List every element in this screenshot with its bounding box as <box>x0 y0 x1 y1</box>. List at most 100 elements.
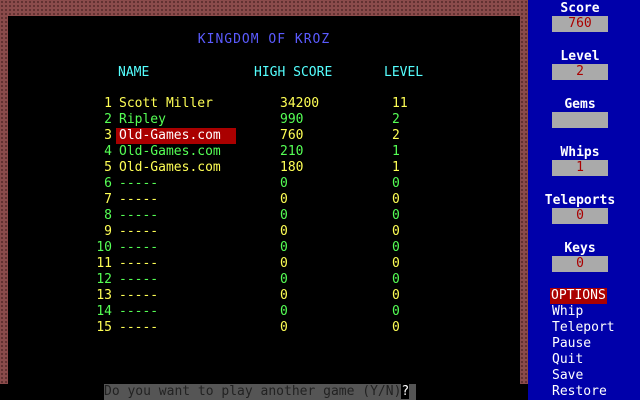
player-score: 0 <box>280 240 288 255</box>
keys-value: 0 <box>552 256 608 272</box>
player-level: 0 <box>392 240 400 255</box>
player-level: 0 <box>392 192 400 207</box>
player-level: 0 <box>392 256 400 271</box>
option-teleport[interactable]: Teleport <box>552 320 615 336</box>
player-name: ----- <box>119 192 159 207</box>
option-whip[interactable]: Whip <box>552 304 583 320</box>
score-row: 5 Old-Games.com 180 1 <box>8 160 520 176</box>
player-score: 180 <box>280 160 304 175</box>
score-row: 12 ----- 0 0 <box>8 272 520 288</box>
score-row: 3 Old-Games.com 760 2 <box>8 128 520 144</box>
score-rank: 9 <box>104 224 112 239</box>
level-label: Level <box>560 49 600 64</box>
player-level: 2 <box>392 128 400 143</box>
score-row: 2 Ripley 990 2 <box>8 112 520 128</box>
player-name: Scott Miller <box>119 96 213 111</box>
player-score: 0 <box>280 208 288 223</box>
player-name: ----- <box>119 288 159 303</box>
score-row: 6 ----- 0 0 <box>8 176 520 192</box>
player-name: ----- <box>119 240 159 255</box>
score-rank: 4 <box>104 144 112 159</box>
player-name: Ripley <box>119 112 166 127</box>
player-score: 210 <box>280 144 304 159</box>
score-rank: 10 <box>96 240 112 255</box>
player-level: 0 <box>392 224 400 239</box>
game-title: KINGDOM OF KROZ <box>197 32 331 47</box>
option-restore[interactable]: Restore <box>552 384 607 400</box>
player-name: ----- <box>119 208 159 223</box>
score-rank: 14 <box>96 304 112 319</box>
status-sidebar: Score 760 Level 2 Gems Whips 1 Teleports… <box>528 0 640 400</box>
keys-label: Keys <box>564 241 596 256</box>
player-score: 760 <box>280 128 304 143</box>
gems-value <box>552 112 608 128</box>
teleports-label: Teleports <box>544 193 616 208</box>
player-level: 0 <box>392 208 400 223</box>
player-level: 0 <box>392 288 400 303</box>
player-name: ----- <box>119 320 159 335</box>
score-row: 7 ----- 0 0 <box>8 192 520 208</box>
teleports-value: 0 <box>552 208 608 224</box>
score-rank: 1 <box>104 96 112 111</box>
score-rank: 7 <box>104 192 112 207</box>
score-rank: 13 <box>96 288 112 303</box>
option-save[interactable]: Save <box>552 368 583 384</box>
whips-label: Whips <box>560 145 600 160</box>
prompt-cursor: ? <box>401 384 410 399</box>
player-name: ----- <box>119 224 159 239</box>
score-row: 1 Scott Miller 34200 11 <box>8 96 520 112</box>
play-again-prompt[interactable]: Do you want to play another game (Y/N)? <box>104 384 416 400</box>
player-name: ----- <box>119 256 159 271</box>
player-score: 0 <box>280 272 288 287</box>
high-score-board: KINGDOM OF KROZ NAME HIGH SCORE LEVEL 1S… <box>8 16 520 384</box>
player-score: 0 <box>280 320 288 335</box>
score-row: 13 ----- 0 0 <box>8 288 520 304</box>
score-rank: 5 <box>104 160 112 175</box>
player-name: ----- <box>119 304 159 319</box>
player-name: ----- <box>119 272 159 287</box>
options-title: OPTIONS <box>550 288 607 304</box>
score-rank: 11 <box>96 256 112 271</box>
score-rank: 6 <box>104 176 112 191</box>
score-row: 15 ----- 0 0 <box>8 320 520 336</box>
player-name: Old-Games.com <box>116 128 236 144</box>
score-row: 9 ----- 0 0 <box>8 224 520 240</box>
player-level: 0 <box>392 176 400 191</box>
player-score: 0 <box>280 256 288 271</box>
header-high-score: HIGH SCORE <box>254 65 333 80</box>
score-row: 14 ----- 0 0 <box>8 304 520 320</box>
player-level: 1 <box>392 160 400 175</box>
whips-value: 1 <box>552 160 608 176</box>
score-row: 11 ----- 0 0 <box>8 256 520 272</box>
player-score: 990 <box>280 112 304 127</box>
player-level: 11 <box>392 96 408 111</box>
player-level: 2 <box>392 112 400 127</box>
option-pause[interactable]: Pause <box>552 336 591 352</box>
player-level: 0 <box>392 272 400 287</box>
score-rank: 2 <box>104 112 112 127</box>
player-score: 0 <box>280 304 288 319</box>
score-label: Score <box>560 1 600 16</box>
score-value: 760 <box>552 16 608 32</box>
score-row: 4 Old-Games.com 210 1 <box>8 144 520 160</box>
header-name: NAME <box>118 65 150 80</box>
player-score: 0 <box>280 176 288 191</box>
player-score: 34200 <box>280 96 320 111</box>
level-value: 2 <box>552 64 608 80</box>
option-quit[interactable]: Quit <box>552 352 583 368</box>
score-rank: 3 <box>104 128 112 143</box>
gems-label: Gems <box>564 97 596 112</box>
player-name: ----- <box>119 176 159 191</box>
score-rank: 15 <box>96 320 112 335</box>
score-row: 10 ----- 0 0 <box>8 240 520 256</box>
player-level: 1 <box>392 144 400 159</box>
player-level: 0 <box>392 304 400 319</box>
player-score: 0 <box>280 192 288 207</box>
player-level: 0 <box>392 320 400 335</box>
score-rank: 8 <box>104 208 112 223</box>
player-score: 0 <box>280 224 288 239</box>
player-name: Old-Games.com <box>119 144 221 159</box>
player-score: 0 <box>280 288 288 303</box>
player-name: Old-Games.com <box>119 160 221 175</box>
playfield-border: KINGDOM OF KROZ NAME HIGH SCORE LEVEL 1S… <box>0 0 528 384</box>
